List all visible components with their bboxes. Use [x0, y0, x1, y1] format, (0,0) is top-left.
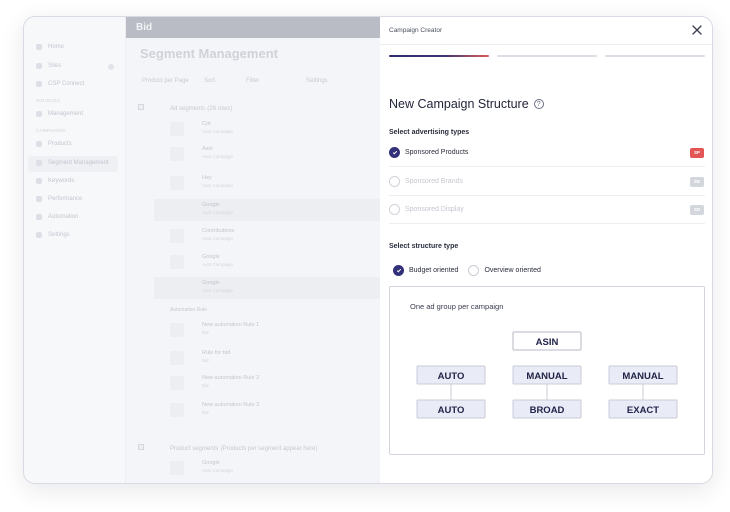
- bg-row: ›GoogleAuto Campaign: [154, 199, 384, 221]
- bg-row: Google Auto Campaign: [154, 457, 384, 479]
- ad-type-label: Sponsored Brands: [405, 178, 463, 185]
- structure-option-label: Budget oriented: [409, 267, 459, 274]
- diagram-canvas: ASIN AUTO AUTO MANUAL BROAD MANUAL EXACT: [416, 331, 678, 419]
- bg-tool: Product per Page: [142, 78, 189, 84]
- diagram-node-root: ASIN: [536, 337, 559, 348]
- bg-nav-item: Products: [36, 141, 72, 147]
- bg-nav-item: Sites: [36, 63, 61, 69]
- heading-text: New Campaign Structure: [389, 97, 529, 111]
- structure-option-label: Overview oriented: [484, 267, 541, 274]
- bg-tool: Sort: [204, 78, 216, 84]
- radio-unchecked-icon[interactable]: [389, 176, 400, 187]
- diagram-node-top: MANUAL: [622, 371, 663, 382]
- ad-type-sponsored-products[interactable]: Sponsored Products SP: [389, 139, 705, 167]
- bg-nav-section: CAMPAIGNS: [36, 128, 66, 133]
- ad-type-sponsored-display[interactable]: Sponsored Display SD: [389, 196, 705, 224]
- bg-row: ›CotAuto Campaign: [154, 118, 384, 140]
- bg-row: ›GoogleAuto Campaign: [154, 251, 384, 273]
- step-indicator-2: [497, 55, 597, 57]
- structure-option-overview[interactable]: Overview oriented: [468, 265, 541, 276]
- step-indicator-3: [605, 55, 705, 57]
- diagram-node-bottom: BROAD: [530, 405, 565, 416]
- bg-tool: Filter: [246, 78, 260, 84]
- panel-header: Campaign Creator: [380, 17, 712, 45]
- bg-nav-item: Performance: [36, 196, 82, 202]
- bg-row: Asin Auto Campaign: [154, 143, 384, 165]
- ad-type-tag: SP: [690, 147, 704, 158]
- bg-badge: [108, 64, 114, 70]
- bg-nav-item: Settings: [36, 232, 70, 238]
- diagram-node-top: MANUAL: [526, 371, 567, 382]
- radio-checked-icon[interactable]: [393, 265, 404, 276]
- ad-type-label: Sponsored Products: [405, 149, 469, 156]
- radio-unchecked-icon[interactable]: [389, 204, 400, 215]
- campaign-creator-panel: Campaign Creator New Campaign Structure …: [380, 17, 712, 483]
- panel-title: Campaign Creator: [389, 27, 443, 34]
- step-indicator-1: [389, 55, 489, 57]
- ad-type-tag: SB: [690, 176, 704, 187]
- close-icon: [692, 25, 702, 35]
- background-topbar: [126, 17, 386, 38]
- radio-unchecked-icon[interactable]: [468, 265, 480, 276]
- structure-diagram: One ad group per campaign ASIN AUTO AUTO…: [389, 286, 705, 455]
- bg-sub-row: New automation Rule 2 Bid: [154, 372, 384, 394]
- background-logo: Bid: [136, 22, 153, 33]
- structure-type-options: Budget oriented Overview oriented: [393, 265, 541, 276]
- bg-nav-item: CSP Connect: [36, 81, 84, 87]
- background-page-title: Segment Management: [140, 46, 278, 61]
- bg-row: ›ContributionsAuto Campaign: [154, 225, 384, 247]
- ad-type-tag: SD: [690, 204, 704, 215]
- bg-row: ›HeyAuto Campaign: [154, 172, 384, 194]
- radio-checked-icon[interactable]: [389, 147, 400, 158]
- bg-sub-section-label: Automation Rule: [170, 307, 207, 313]
- bg-nav-item: Home: [36, 44, 64, 50]
- ad-types-label: Select advertising types: [389, 129, 470, 136]
- ad-type-label: Sponsored Display: [405, 206, 464, 213]
- bg-checkbox: [138, 444, 144, 450]
- help-icon[interactable]: ?: [533, 99, 544, 109]
- bg-nav-item: Keywords: [36, 178, 74, 184]
- panel-heading: New Campaign Structure ?: [389, 97, 544, 111]
- bg-sub-row: New automation Rule 1 Bid: [154, 319, 384, 341]
- bg-nav-section: SOURCES: [36, 98, 61, 103]
- diagram-node-bottom: AUTO: [438, 405, 465, 416]
- bg-sub-row: New automation Rule 3 Bid: [154, 399, 384, 421]
- bg-row: ⌄GoogleAuto Campaign: [154, 277, 384, 299]
- diagram-node-top: AUTO: [438, 371, 465, 382]
- bg-product-segments-header: Product segments (Products per segment a…: [170, 446, 318, 452]
- bg-checkbox: [138, 104, 144, 110]
- diagram-node-bottom: EXACT: [627, 405, 659, 416]
- ad-type-sponsored-brands[interactable]: Sponsored Brands SB: [389, 168, 705, 196]
- structure-option-budget[interactable]: Budget oriented: [393, 265, 458, 276]
- close-button[interactable]: [690, 23, 704, 37]
- app-window: Home Sites CSP Connect SOURCES Managemen…: [23, 16, 713, 484]
- bg-nav-item: Automation: [36, 214, 78, 220]
- bg-sub-row: Rule for bid Bid: [154, 347, 384, 369]
- bg-tool: Settings: [306, 78, 328, 84]
- bg-ad-segments-header: Ad segments (28 rows): [170, 106, 233, 112]
- bg-nav-item: Segment Management: [36, 160, 109, 166]
- structure-type-label: Select structure type: [389, 243, 459, 250]
- bg-nav-item: Management: [36, 111, 83, 117]
